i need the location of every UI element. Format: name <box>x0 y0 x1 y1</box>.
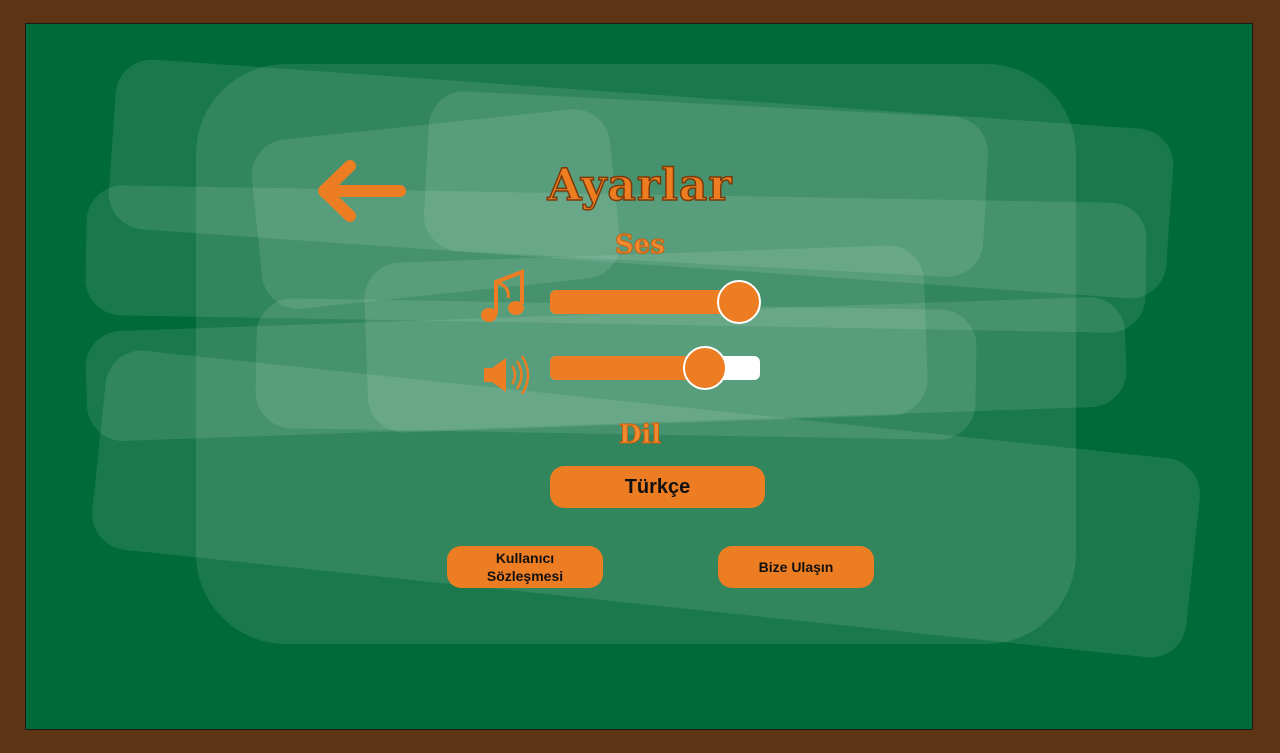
contact-us-label: Bize Ulaşın <box>758 559 834 575</box>
music-slider-track[interactable] <box>550 280 761 324</box>
page-title: Ayarlar <box>547 159 733 212</box>
effects-slider-track[interactable] <box>550 346 760 390</box>
language-button-label: Türkçe <box>624 475 691 498</box>
effects-volume-slider[interactable] <box>478 344 778 395</box>
user-agreement-line1: Kullanıcı <box>495 550 555 566</box>
music-slider-fill <box>550 290 739 314</box>
user-agreement-label: Kullanıcı Sözleşmesi <box>487 549 563 585</box>
speaker-icon <box>484 355 530 395</box>
sound-section-label: Ses <box>615 230 666 261</box>
effects-slider-knob[interactable] <box>683 346 728 390</box>
contact-us-button[interactable]: Bize Ulaşın <box>718 546 874 588</box>
music-volume-slider[interactable] <box>478 269 778 328</box>
effects-slider-fill <box>550 356 706 380</box>
user-agreement-button[interactable]: Kullanıcı Sözleşmesi <box>447 546 603 588</box>
user-agreement-line2: Sözleşmesi <box>486 568 564 584</box>
language-section-label: Dil <box>618 420 662 451</box>
music-slider-knob[interactable] <box>717 280 761 324</box>
language-button[interactable]: Türkçe <box>550 466 765 508</box>
music-note-icon <box>481 269 524 322</box>
